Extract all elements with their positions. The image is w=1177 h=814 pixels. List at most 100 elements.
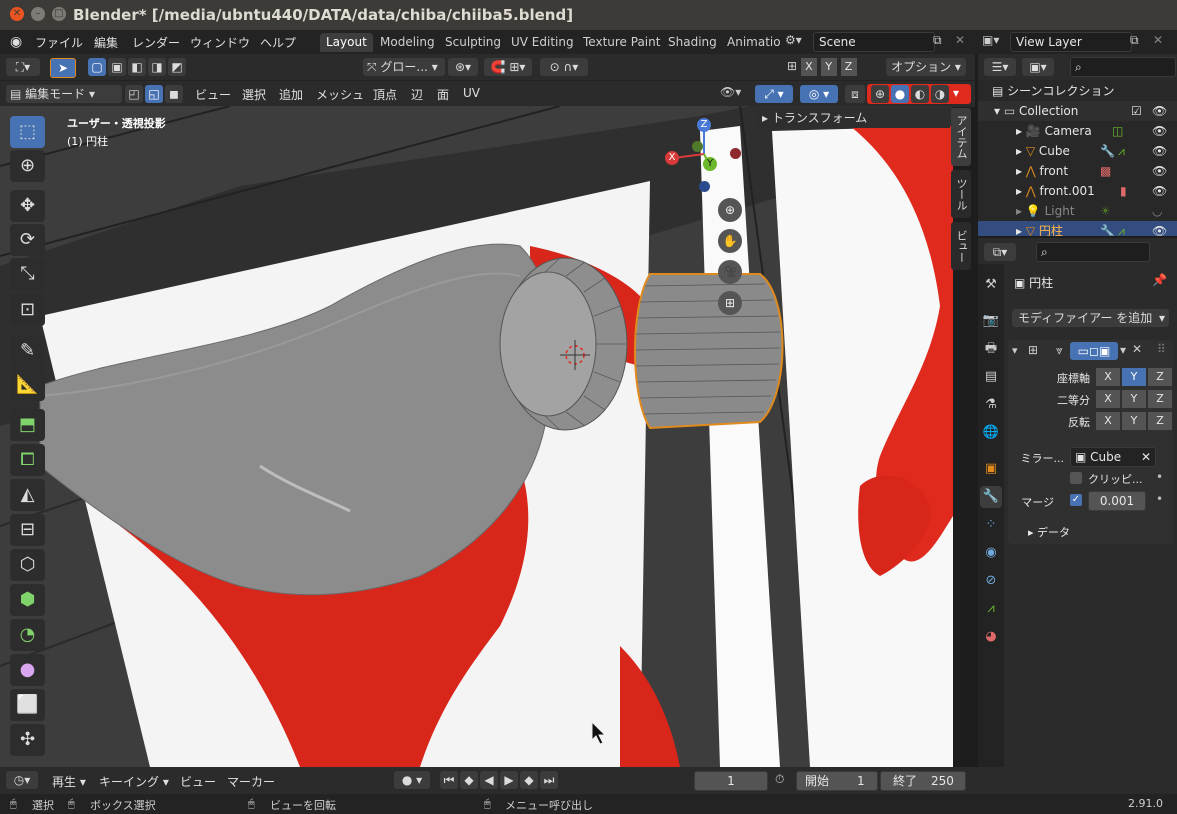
edge-select-icon[interactable]: ◱ xyxy=(145,85,163,103)
select-extend-icon[interactable]: ▣ xyxy=(108,58,126,76)
menu-view[interactable]: ビュー xyxy=(195,86,231,103)
flip-y-toggle[interactable]: Y xyxy=(1122,412,1146,430)
select-tool-icon[interactable]: ➤ xyxy=(50,58,76,78)
world-properties-tab-icon[interactable]: 🌐 xyxy=(980,422,1002,444)
merge-distance-field[interactable]: 0.001 xyxy=(1088,491,1146,511)
outliner-collection-row[interactable]: ▾ ▭ Collection ☑ 👁 xyxy=(978,101,1177,121)
select-intersect-icon[interactable]: ◩ xyxy=(168,58,186,76)
marker-menu[interactable]: マーカー xyxy=(227,773,275,790)
gizmo-neg-z-axis[interactable] xyxy=(699,181,710,192)
menu-edge[interactable]: 辺 xyxy=(411,86,423,103)
bisect-z-toggle[interactable]: Z xyxy=(1148,390,1172,408)
tab-texture-paint[interactable]: Texture Paint xyxy=(577,33,666,52)
menu-file[interactable]: ファイル xyxy=(35,34,83,51)
outliner-item-light[interactable]: ▸ 💡 Light ☀ ◡ xyxy=(978,201,1177,221)
outliner-editor-type-icon[interactable]: ☰▾ xyxy=(984,58,1016,76)
keyframe-dot-icon[interactable]: • xyxy=(1156,470,1163,484)
gizmo-neg-x-axis[interactable] xyxy=(730,148,741,159)
flip-x-toggle[interactable]: X xyxy=(1096,412,1120,430)
cursor-tool[interactable]: ⊕ xyxy=(10,150,45,182)
clear-field-icon[interactable]: ✕ xyxy=(1141,448,1151,466)
render-properties-tab-icon[interactable]: 📷 xyxy=(980,310,1002,332)
tab-shading[interactable]: Shading xyxy=(662,33,723,52)
pivot-point-icon[interactable]: ⊛▾ xyxy=(448,58,478,76)
select-invert-icon[interactable]: ◨ xyxy=(148,58,166,76)
outliner-item-camera[interactable]: ▸ 🎥 Camera ◫ 👁 xyxy=(978,121,1177,141)
panel-collapse-icon[interactable]: ▾ xyxy=(1012,344,1018,357)
play-reverse-icon[interactable]: ◀ xyxy=(480,771,498,789)
delete-scene-icon[interactable]: ✕ xyxy=(955,33,965,47)
loop-cut-tool[interactable]: ⊟ xyxy=(10,514,45,546)
shading-options-icon[interactable]: ▾ xyxy=(953,86,959,100)
eye-icon[interactable]: 👁 xyxy=(1152,141,1167,161)
next-keyframe-icon[interactable]: ◆ xyxy=(520,771,538,789)
menu-edit[interactable]: 編集 xyxy=(94,34,118,51)
poly-build-tool[interactable]: ⬢ xyxy=(10,584,45,616)
bisect-y-toggle[interactable]: Y xyxy=(1122,390,1146,408)
flip-z-toggle[interactable]: Z xyxy=(1148,412,1172,430)
select-subtract-icon[interactable]: ◧ xyxy=(128,58,146,76)
wireframe-shading-icon[interactable]: ⊕ xyxy=(871,85,889,103)
material-shading-icon[interactable]: ◐ xyxy=(911,85,929,103)
constraints-tab-icon[interactable]: ⊘ xyxy=(980,570,1002,592)
playback-menu[interactable]: 再生 ▾ xyxy=(52,773,86,790)
measure-tool[interactable]: 📐 xyxy=(10,369,45,401)
eye-icon[interactable]: 👁 xyxy=(1152,161,1167,181)
mesh-data-icon[interactable]: ⩘ xyxy=(1118,141,1125,161)
zoom-view-icon[interactable]: ⊕ xyxy=(718,198,742,222)
options-dropdown[interactable]: オプション ▾ xyxy=(886,58,966,76)
outliner-search-input[interactable]: ⌕ xyxy=(1070,57,1176,77)
timeline-editor-type-icon[interactable]: ◷▾ xyxy=(6,771,38,789)
end-frame-field[interactable]: 終了 250 xyxy=(880,771,966,791)
extrude-tool[interactable]: ⬒ xyxy=(10,409,45,441)
clipping-checkbox[interactable] xyxy=(1070,472,1082,484)
scene-selector-icon[interactable]: ⚙▾ xyxy=(785,33,802,47)
keyframe-dot-icon[interactable]: • xyxy=(1156,492,1163,506)
display-mode-icon[interactable]: ▣▾ xyxy=(1022,58,1054,76)
camera-view-icon[interactable]: 🎥 xyxy=(718,260,742,284)
tab-item[interactable]: アイテム xyxy=(951,108,971,166)
tab-tool[interactable]: ツール xyxy=(951,170,971,218)
axis-x-toggle[interactable]: X xyxy=(1096,368,1120,386)
eye-icon[interactable]: 👁 xyxy=(1152,121,1167,141)
menu-window[interactable]: ウィンドウ xyxy=(190,34,250,51)
outliner-scene-collection[interactable]: ▤ シーンコレクション xyxy=(978,81,1177,101)
view-layer-field[interactable]: View Layer xyxy=(1010,32,1132,52)
mode-dropdown[interactable]: ▤ 編集モード ▾ xyxy=(6,85,122,103)
tab-animation[interactable]: Animatio xyxy=(721,33,787,52)
solid-shading-icon[interactable]: ● xyxy=(891,85,909,103)
eye-icon[interactable]: 👁 xyxy=(1152,101,1167,121)
blender-logo-icon[interactable]: ◉ xyxy=(10,34,22,50)
spin-tool[interactable]: ◔ xyxy=(10,619,45,651)
display-toggles-icon[interactable]: ▭◻▣ xyxy=(1070,342,1118,360)
output-properties-tab-icon[interactable]: 🖶 xyxy=(980,338,1002,360)
tab-modeling[interactable]: Modeling xyxy=(374,33,441,52)
view-layer-tab-icon[interactable]: ▤ xyxy=(980,366,1002,388)
gizmo-x-axis[interactable]: X xyxy=(665,151,679,165)
modifier-properties-tab-icon[interactable]: 🔧 xyxy=(980,486,1002,508)
select-new-icon[interactable]: ▢ xyxy=(88,58,106,76)
scale-tool[interactable]: ⤡ xyxy=(10,258,45,290)
bevel-tool[interactable]: ◭ xyxy=(10,479,45,511)
annotate-tool[interactable]: ✎ xyxy=(10,335,45,367)
tab-uv-editing[interactable]: UV Editing xyxy=(505,33,580,52)
edge-slide-tool[interactable]: ⬜ xyxy=(10,689,45,721)
menu-mesh[interactable]: メッシュ xyxy=(316,86,364,103)
camera-data-icon[interactable]: ◫ xyxy=(1112,121,1123,141)
knife-tool[interactable]: ⬡ xyxy=(10,549,45,581)
exclude-checkbox-icon[interactable]: ☑ xyxy=(1131,101,1142,121)
image-data-icon[interactable]: ▮ xyxy=(1120,181,1127,201)
transform-tool[interactable]: ⊡ xyxy=(10,294,45,326)
vertex-select-icon[interactable]: ◰ xyxy=(125,85,143,103)
mesh-data-tab-icon[interactable]: ⩘ xyxy=(980,598,1002,620)
keying-menu[interactable]: キーイング ▾ xyxy=(99,773,169,790)
remove-modifier-icon[interactable]: ✕ xyxy=(1132,342,1142,356)
view-layer-icon[interactable]: ▣▾ xyxy=(982,33,999,47)
scene-properties-tab-icon[interactable]: ⚗ xyxy=(980,394,1002,416)
select-box-tool[interactable]: ⬚ xyxy=(10,116,45,148)
modifier-dropdown-icon[interactable]: ▾ xyxy=(1120,343,1126,357)
xray-toggle-icon[interactable]: ⧈ xyxy=(845,85,865,103)
pin-icon[interactable]: 📌 xyxy=(1152,273,1167,287)
rendered-shading-icon[interactable]: ◑ xyxy=(931,85,949,103)
prev-keyframe-icon[interactable]: ◆ xyxy=(460,771,478,789)
